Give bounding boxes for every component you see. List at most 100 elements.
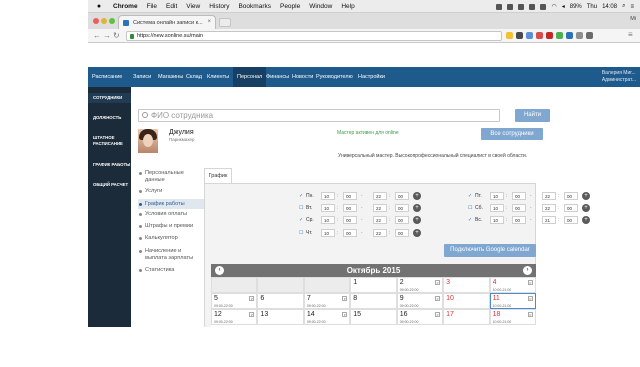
sidebar-item-staffing[interactable]: ШТАТНОЕ РАСПИСАНИЕ xyxy=(93,135,123,146)
edit-day-icon[interactable]: P xyxy=(342,296,348,301)
nav-item-news[interactable]: Новости xyxy=(292,67,313,87)
end-hour-select[interactable]: 22 xyxy=(373,204,387,212)
url-field[interactable]: https://new.sonline.su/main xyxy=(126,31,502,41)
list-icon[interactable]: ≡ xyxy=(630,4,634,10)
edit-day-icon[interactable]: P xyxy=(527,312,533,317)
day-checkbox[interactable]: ☐ xyxy=(299,230,303,236)
browser-tab[interactable]: Система онлайн записи к... × xyxy=(118,15,216,29)
menu-item-personal-data[interactable]: Персональные данные xyxy=(138,170,204,183)
user-menu[interactable]: Валерия Миг... Администрат... xyxy=(602,70,636,83)
start-hour-select[interactable]: 10 xyxy=(321,229,335,237)
edit-day-icon[interactable]: P xyxy=(527,296,533,301)
day-checkbox[interactable]: ☐ xyxy=(299,205,303,211)
calendar-day-cell[interactable]: 10 xyxy=(443,293,490,309)
menu-app[interactable]: Chrome xyxy=(113,3,138,10)
menu-item-payment-terms[interactable]: Условия оплаты xyxy=(138,211,204,218)
start-minute-select[interactable]: 00 xyxy=(343,204,357,212)
profile-button[interactable]: Mi xyxy=(630,16,636,22)
calendar-day-cell[interactable]: 6 xyxy=(257,293,304,309)
sidebar-item-work-schedule[interactable]: ГРАФИК РАБОТЫ xyxy=(93,162,130,168)
start-hour-select[interactable]: 10 xyxy=(321,216,335,224)
extension-icon[interactable] xyxy=(556,32,563,39)
start-hour-select[interactable]: 10 xyxy=(321,204,335,212)
calendar-day-cell[interactable]: 12 09:00-22:00 P xyxy=(211,309,258,325)
calendar-day-cell[interactable]: 13 xyxy=(257,309,304,325)
end-hour-select[interactable]: 22 xyxy=(542,204,556,212)
nav-item-staff[interactable]: Персонал xyxy=(233,67,267,87)
nav-item-schedule[interactable]: Расписание xyxy=(92,67,122,87)
end-hour-select[interactable]: 22 xyxy=(373,216,387,224)
add-interval-icon[interactable]: + xyxy=(413,216,421,224)
tab-schedule[interactable]: График xyxy=(204,168,232,183)
end-minute-select[interactable]: 00 xyxy=(395,192,409,200)
day-checkbox[interactable]: ✓ xyxy=(468,217,472,223)
extension-icon[interactable] xyxy=(536,32,543,39)
extension-icon[interactable] xyxy=(566,32,573,39)
menu-item-salary[interactable]: Начисление и выплата зарплаты xyxy=(138,248,204,261)
calendar-day-cell[interactable]: 11 10:00-21:00 P xyxy=(489,293,536,309)
connect-google-calendar-button[interactable]: Подключить Google calendar xyxy=(444,244,536,257)
calendar-day-cell[interactable]: 4 10:00-21:00 P xyxy=(489,277,536,293)
nav-item-clients[interactable]: Клиенты xyxy=(207,67,229,87)
end-hour-select[interactable]: 22 xyxy=(373,229,387,237)
start-hour-select[interactable]: 10 xyxy=(490,192,504,200)
menu-edit[interactable]: Edit xyxy=(166,3,177,10)
edit-day-icon[interactable]: P xyxy=(342,312,348,317)
end-minute-select[interactable]: 00 xyxy=(564,192,578,200)
menu-file[interactable]: File xyxy=(147,3,157,10)
reload-icon[interactable]: ↻ xyxy=(113,31,120,40)
extension-icon[interactable] xyxy=(576,32,583,39)
status-icon[interactable] xyxy=(507,3,514,10)
menu-item-fines-bonuses[interactable]: Штрафы и премии xyxy=(138,223,204,230)
add-interval-icon[interactable]: + xyxy=(582,192,590,200)
menu-view[interactable]: View xyxy=(186,3,200,10)
end-minute-select[interactable]: 00 xyxy=(395,216,409,224)
nav-item-records[interactable]: Записи xyxy=(133,67,151,87)
calendar-day-cell[interactable]: 9 09:00-22:00 P xyxy=(396,293,444,309)
back-icon[interactable]: ← xyxy=(93,31,101,40)
close-tab-icon[interactable]: × xyxy=(207,19,211,25)
menu-item-statistics[interactable]: Статистика xyxy=(138,267,204,274)
status-icon[interactable] xyxy=(496,3,503,10)
add-interval-icon[interactable]: + xyxy=(582,204,590,212)
day-checkbox[interactable]: ✓ xyxy=(468,193,472,199)
volume-icon[interactable]: ◂ xyxy=(562,3,565,10)
menu-history[interactable]: History xyxy=(209,3,229,10)
menu-item-work-schedule[interactable]: График работы xyxy=(138,199,204,209)
calendar-day-cell[interactable]: 15 xyxy=(350,309,397,325)
calendar-day-cell[interactable]: 7 09:00-22:00 P xyxy=(303,293,351,309)
status-icon[interactable] xyxy=(529,3,536,10)
end-minute-select[interactable]: 00 xyxy=(564,204,578,212)
calendar-day-cell[interactable]: 18 10:00-21:00 P xyxy=(489,309,536,325)
menu-item-services[interactable]: Услуги xyxy=(138,188,204,195)
nav-item-settings[interactable]: Настройки xyxy=(358,67,385,87)
prev-month-icon[interactable]: ‹ xyxy=(215,266,224,275)
minimize-window-button[interactable] xyxy=(101,18,107,24)
end-minute-select[interactable]: 00 xyxy=(395,229,409,237)
sidebar-item-position[interactable]: ДОЛЖНОСТЬ xyxy=(93,115,121,121)
menu-help[interactable]: Help xyxy=(341,3,354,10)
edit-day-icon[interactable]: P xyxy=(249,296,255,301)
calendar-day-cell[interactable]: 8 xyxy=(350,293,397,309)
extension-icon[interactable] xyxy=(526,32,533,39)
day-checkbox[interactable]: ✓ xyxy=(299,217,303,223)
end-hour-select[interactable]: 21 xyxy=(542,216,556,224)
calendar-day-cell[interactable]: 3 xyxy=(443,277,490,293)
add-interval-icon[interactable]: + xyxy=(413,229,421,237)
calendar-day-cell[interactable]: 2 09:00-22:00 P xyxy=(396,277,444,293)
search-icon[interactable]: ⌕ xyxy=(622,3,625,10)
close-window-button[interactable] xyxy=(93,18,99,24)
day-checkbox[interactable]: ☐ xyxy=(468,205,472,211)
calendar-day-cell[interactable]: 5 09:00-22:00 P xyxy=(211,293,258,309)
new-tab-button[interactable] xyxy=(219,18,231,27)
end-minute-select[interactable]: 00 xyxy=(395,204,409,212)
status-icon[interactable] xyxy=(518,3,525,10)
status-icon[interactable] xyxy=(540,3,547,10)
maximize-window-button[interactable] xyxy=(109,18,115,24)
apple-icon[interactable]: ● xyxy=(94,3,104,10)
start-minute-select[interactable]: 00 xyxy=(343,229,357,237)
chrome-menu-icon[interactable]: ≡ xyxy=(628,30,633,39)
edit-day-icon[interactable]: P xyxy=(435,312,441,317)
next-month-icon[interactable]: › xyxy=(523,266,532,275)
end-hour-select[interactable]: 22 xyxy=(542,192,556,200)
